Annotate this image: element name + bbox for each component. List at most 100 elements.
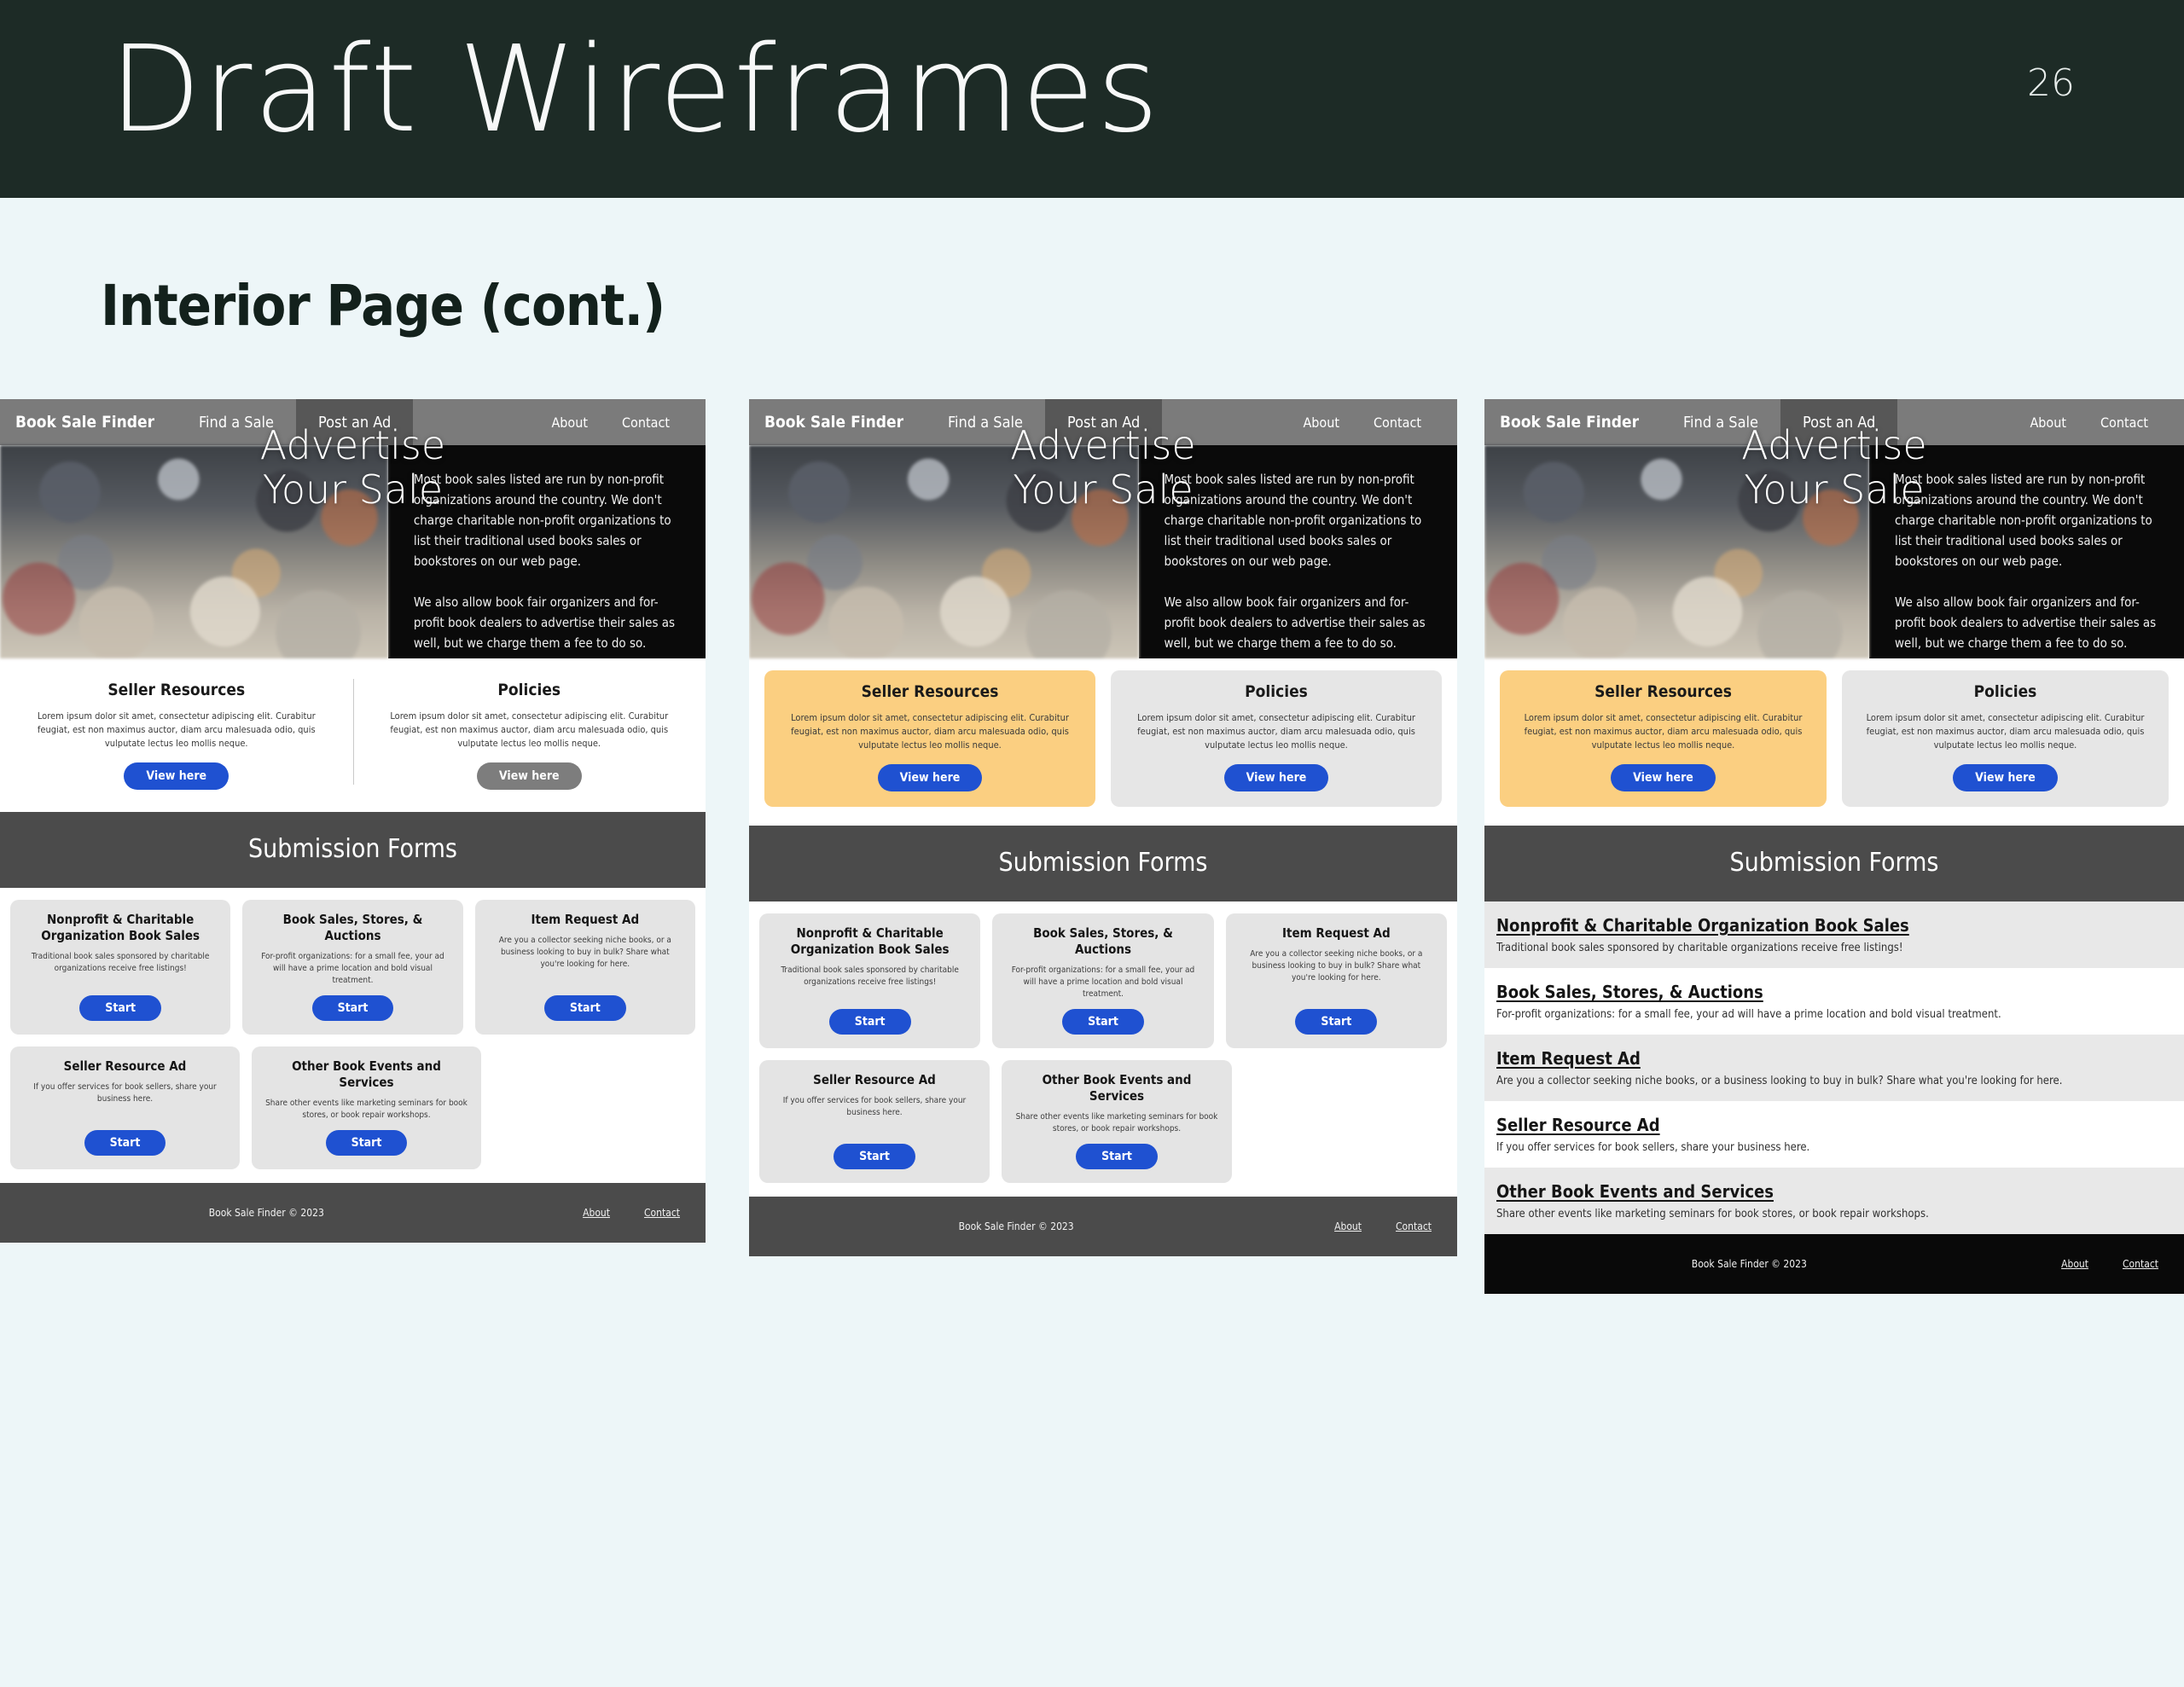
section-heading: Interior Page (cont.) <box>101 273 665 339</box>
policies-body: Lorem ipsum dolor sit amet, consectetur … <box>1866 712 2145 751</box>
seller-resources-title: Seller Resources <box>861 682 999 701</box>
form-card-row: Nonprofit & Charitable Organization Book… <box>759 913 1447 1048</box>
seller-resources-view-button[interactable]: View here <box>124 762 229 790</box>
wireframe-variant-2: Book Sale Finder Find a Sale Post an Ad … <box>749 399 1457 1256</box>
hero-section: Advertise Your Sale Most book sales list… <box>749 423 1457 658</box>
list-item[interactable]: Item Request Ad Are you a collector seek… <box>1484 1035 2184 1101</box>
form-card[interactable]: Seller Resource Ad If you offer services… <box>759 1060 990 1183</box>
form-card-title: Seller Resource Ad <box>63 1058 187 1074</box>
hero-paragraph-2: We also allow book fair organizers and f… <box>1895 594 2157 651</box>
footer-links: About Contact <box>2061 1258 2158 1270</box>
form-card[interactable]: Nonprofit & Charitable Organization Book… <box>10 900 231 1035</box>
hero-title-line-1: Advertise <box>1010 422 1196 468</box>
site-footer: Book Sale Finder © 2023 About Contact <box>0 1183 706 1243</box>
list-item-title[interactable]: Item Request Ad <box>1496 1048 1641 1069</box>
policies-title: Policies <box>497 681 561 699</box>
seller-resources-body: Lorem ipsum dolor sit amet, consectetur … <box>791 712 1069 751</box>
policies-card: Policies Lorem ipsum dolor sit amet, con… <box>1111 670 1442 807</box>
footer-link-contact[interactable]: Contact <box>1396 1220 1432 1232</box>
form-card-start-button[interactable]: Start <box>1295 1009 1378 1035</box>
form-card-body: If you offer services for book sellers, … <box>33 1082 217 1104</box>
policies-body: Lorem ipsum dolor sit amet, consectetur … <box>1137 712 1415 751</box>
form-card[interactable]: Nonprofit & Charitable Organization Book… <box>759 913 981 1048</box>
hero-title: Advertise Your Sale <box>749 423 1457 512</box>
seller-resources-title: Seller Resources <box>107 681 246 699</box>
site-footer: Book Sale Finder © 2023 About Contact <box>1484 1234 2184 1294</box>
hero-title-line-2: Your Sale <box>262 467 444 513</box>
form-card[interactable]: Book Sales, Stores, & Auctions For-profi… <box>992 913 1214 1048</box>
submission-forms-banner: Submission Forms <box>1484 826 2184 901</box>
hero-title-line-1: Advertise <box>1741 422 1927 468</box>
list-item-body: Are you a collector seeking niche books,… <box>1496 1075 2063 1087</box>
seller-resources-view-button[interactable]: View here <box>1611 764 1716 791</box>
form-card-start-button[interactable]: Start <box>1076 1144 1158 1169</box>
list-item-title[interactable]: Other Book Events and Services <box>1496 1181 1774 1202</box>
list-item-body: For-profit organizations: for a small fe… <box>1496 1008 2001 1021</box>
form-card-title: Item Request Ad <box>531 912 640 927</box>
resources-row: Seller Resources Lorem ipsum dolor sit a… <box>0 658 706 812</box>
submission-forms-list: Nonprofit & Charitable Organization Book… <box>1484 901 2184 1234</box>
policies-view-button[interactable]: View here <box>476 762 582 790</box>
seller-resources-card: Seller Resources Lorem ipsum dolor sit a… <box>1500 670 1827 807</box>
form-card-start-button[interactable]: Start <box>543 995 626 1021</box>
seller-resources-view-button[interactable]: View here <box>877 764 983 791</box>
hero-paragraph-2: We also allow book fair organizers and f… <box>413 594 676 651</box>
form-card-title: Book Sales, Stores, & Auctions <box>1033 925 1173 957</box>
hero-section: Advertise Your Sale Most book sales list… <box>1484 423 2184 658</box>
wireframe-variant-1: Book Sale Finder Find a Sale Post an Ad … <box>0 399 706 1243</box>
form-card-start-button[interactable]: Start <box>1062 1009 1144 1035</box>
form-card[interactable]: Other Book Events and Services Share oth… <box>252 1046 481 1169</box>
footer-link-about[interactable]: About <box>2061 1258 2088 1270</box>
policies-view-button[interactable]: View here <box>1223 764 1329 791</box>
footer-link-contact[interactable]: Contact <box>2123 1258 2158 1270</box>
list-item[interactable]: Seller Resource Ad If you offer services… <box>1484 1101 2184 1168</box>
policies-title: Policies <box>1973 682 2037 701</box>
form-card-start-button[interactable]: Start <box>828 1009 911 1035</box>
form-card-title: Item Request Ad <box>1281 925 1391 941</box>
form-card-title: Seller Resource Ad <box>813 1072 936 1087</box>
list-item-title[interactable]: Nonprofit & Charitable Organization Book… <box>1496 915 1909 936</box>
form-card-title: Nonprofit & Charitable Organization Book… <box>790 925 950 957</box>
form-card-start-button[interactable]: Start <box>325 1130 408 1156</box>
footer-copyright: Book Sale Finder © 2023 <box>1691 1258 1807 1270</box>
wireframe-variant-3: Book Sale Finder Find a Sale Post an Ad … <box>1484 399 2184 1294</box>
submission-forms-grid: Nonprofit & Charitable Organization Book… <box>749 901 1457 1197</box>
form-card[interactable]: Book Sales, Stores, & Auctions For-profi… <box>242 900 463 1035</box>
list-item-title[interactable]: Seller Resource Ad <box>1496 1115 1660 1135</box>
list-item-title[interactable]: Book Sales, Stores, & Auctions <box>1496 982 1763 1002</box>
form-card-start-button[interactable]: Start <box>311 995 394 1021</box>
resources-row: Seller Resources Lorem ipsum dolor sit a… <box>1484 658 2184 826</box>
policies-card: Policies Lorem ipsum dolor sit amet, con… <box>1842 670 2169 807</box>
form-card[interactable]: Seller Resource Ad If you offer services… <box>10 1046 240 1169</box>
footer-link-contact[interactable]: Contact <box>644 1207 680 1219</box>
slide-header-bar: Draft Wireframes 26 <box>0 0 2184 198</box>
list-item-body: Share other events like marketing semina… <box>1496 1208 1929 1220</box>
form-card-body: For-profit organizations: for a small fe… <box>261 952 444 985</box>
form-card[interactable]: Item Request Ad Are you a collector seek… <box>1225 913 1447 1048</box>
form-card-title: Book Sales, Stores, & Auctions <box>282 912 423 943</box>
form-card-body: If you offer services for book sellers, … <box>782 1096 967 1117</box>
form-card-title: Nonprofit & Charitable Organization Book… <box>41 912 200 943</box>
hero-title: Advertise Your Sale <box>0 423 706 512</box>
form-card-start-button[interactable]: Start <box>79 995 162 1021</box>
seller-resources-column: Seller Resources Lorem ipsum dolor sit a… <box>0 675 353 790</box>
form-card-start-button[interactable]: Start <box>834 1144 915 1169</box>
list-item[interactable]: Other Book Events and Services Share oth… <box>1484 1168 2184 1234</box>
footer-copyright: Book Sale Finder © 2023 <box>208 1207 324 1219</box>
form-card[interactable]: Other Book Events and Services Share oth… <box>1002 1060 1232 1183</box>
hero-title-line-1: Advertise <box>259 422 446 468</box>
list-item[interactable]: Book Sales, Stores, & Auctions For-profi… <box>1484 968 2184 1035</box>
list-item-body: Traditional book sales sponsored by char… <box>1496 942 1903 954</box>
submission-forms-grid: Nonprofit & Charitable Organization Book… <box>0 888 706 1183</box>
form-card-spacer <box>1244 1060 1447 1183</box>
footer-link-about[interactable]: About <box>583 1207 610 1219</box>
list-item[interactable]: Nonprofit & Charitable Organization Book… <box>1484 901 2184 968</box>
form-card-start-button[interactable]: Start <box>84 1130 166 1156</box>
footer-link-about[interactable]: About <box>1334 1220 1362 1232</box>
submission-forms-banner: Submission Forms <box>749 826 1457 901</box>
footer-links: About Contact <box>583 1207 680 1219</box>
form-card-body: Share other events like marketing semina… <box>265 1099 468 1120</box>
form-card[interactable]: Item Request Ad Are you a collector seek… <box>474 900 695 1035</box>
policies-view-button[interactable]: View here <box>1953 764 2058 791</box>
form-card-body: Are you a collector seeking niche books,… <box>498 936 671 969</box>
